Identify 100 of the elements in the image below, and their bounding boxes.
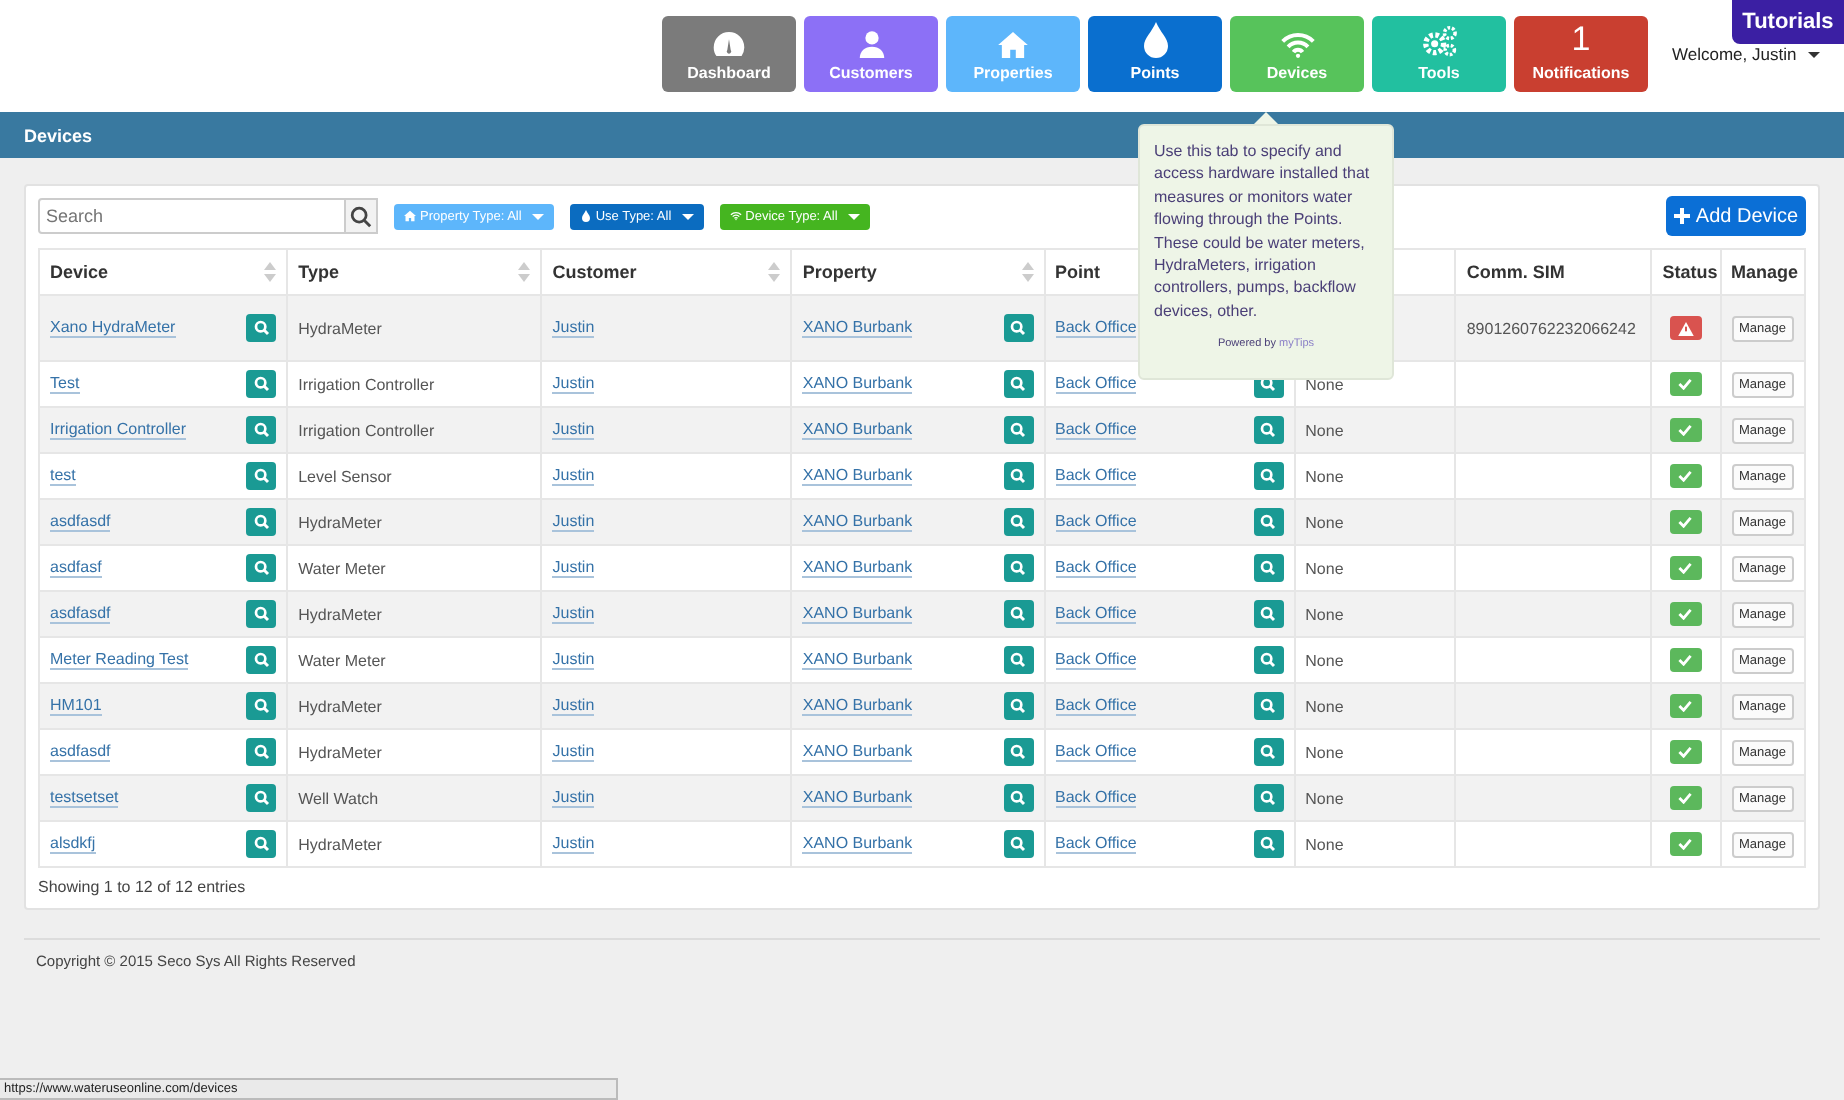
search-icon (1010, 836, 1027, 852)
link[interactable]: Xano HydraMeter (50, 318, 176, 338)
link[interactable]: XANO Burbank (802, 512, 913, 532)
link[interactable]: asdfasf (50, 558, 102, 578)
user-menu[interactable]: Welcome, Justin (1672, 44, 1821, 64)
table-cell: None (1305, 605, 1344, 623)
tutorials-button[interactable]: Tutorials (1732, 0, 1844, 44)
link[interactable]: asdfasdf (50, 512, 111, 532)
link[interactable]: XANO Burbank (802, 696, 913, 716)
table-cell: Water Meter (298, 559, 386, 577)
link[interactable]: XANO Burbank (802, 742, 913, 762)
tooltip-text: Use this tab to specify and access hardware installed that measures or monitors water flowing through the Points. These could be water meters, HydraMeters, irrigation controllers, pumps, backflow devices, other. (1154, 140, 1372, 323)
add-device-button[interactable]: Add Device (1666, 196, 1806, 236)
link[interactable]: asdfasdf (50, 604, 111, 624)
table-cell: HydraMeter (298, 697, 382, 715)
link[interactable]: Back Office (1055, 512, 1137, 532)
table-cell: HydraMeter (298, 605, 382, 623)
link[interactable]: Back Office (1055, 834, 1137, 854)
table-cell: Irrigation Controller (298, 421, 435, 439)
nav-button[interactable]: Customers (804, 16, 938, 92)
column-header[interactable]: Customer (552, 262, 637, 282)
nav-button[interactable]: Dashboard (662, 16, 796, 92)
entries-info: Showing 1 to 12 of 12 entries (38, 878, 246, 896)
link[interactable]: Justin (552, 604, 595, 624)
table-cell: Water Meter (298, 651, 386, 669)
search-icon (1260, 560, 1277, 576)
link[interactable]: Test (50, 374, 80, 394)
link[interactable]: XANO Burbank (802, 604, 913, 624)
link[interactable]: XANO Burbank (802, 420, 913, 440)
column-header[interactable]: Type (298, 262, 339, 282)
table-cell: None (1305, 513, 1344, 531)
link[interactable]: XANO Burbank (802, 318, 913, 338)
link[interactable]: asdfasdf (50, 742, 111, 762)
table-cell: None (1305, 743, 1344, 761)
column-header[interactable]: Property (802, 262, 877, 282)
link[interactable]: Justin (552, 512, 595, 532)
gears-icon (1421, 26, 1457, 58)
search-icon (1260, 606, 1277, 622)
link[interactable]: Back Office (1055, 696, 1137, 716)
search-icon (253, 836, 270, 852)
user-icon (857, 30, 885, 58)
link[interactable]: Justin (552, 650, 595, 670)
search-icon (1010, 790, 1027, 806)
drop-icon (579, 210, 592, 222)
nav-button[interactable]: Points (1088, 16, 1222, 92)
link[interactable]: Back Office (1055, 788, 1137, 808)
nav-button[interactable]: 1 Notifications (1514, 16, 1648, 92)
search-icon (1260, 514, 1277, 530)
table-cell: None (1305, 467, 1344, 485)
caret-icon (847, 213, 860, 219)
column-header[interactable]: Device (50, 262, 109, 282)
link[interactable]: Justin (552, 834, 595, 854)
wifi-icon (1279, 32, 1315, 58)
link[interactable]: Justin (552, 374, 595, 394)
search-icon (1010, 698, 1027, 714)
search-icon (1010, 744, 1027, 760)
link[interactable]: test (50, 466, 76, 486)
link[interactable]: XANO Burbank (802, 788, 913, 808)
link[interactable]: Back Office (1055, 650, 1137, 670)
link[interactable]: testsetset (50, 788, 119, 808)
column-header[interactable]: Point (1055, 262, 1101, 282)
search-icon (1010, 560, 1027, 576)
link[interactable]: Justin (552, 466, 595, 486)
search-icon (1010, 652, 1027, 668)
table-cell: HydraMeter (298, 743, 382, 761)
table-cell: None (1305, 789, 1344, 807)
search-button[interactable] (346, 198, 378, 234)
link[interactable]: Justin (552, 788, 595, 808)
table-cell: None (1305, 651, 1344, 669)
link[interactable]: Justin (552, 558, 595, 578)
link[interactable]: Back Office (1055, 742, 1137, 762)
search-icon (253, 468, 270, 484)
search-field[interactable]: Search (38, 198, 346, 234)
caret-icon (681, 213, 694, 219)
search-icon (1010, 514, 1027, 530)
link[interactable]: Back Office (1055, 420, 1137, 440)
table-cell: HydraMeter (298, 835, 382, 853)
link[interactable]: Justin (552, 696, 595, 716)
link[interactable]: XANO Burbank (802, 374, 913, 394)
link[interactable]: XANO Burbank (802, 558, 913, 578)
link[interactable]: Justin (552, 742, 595, 762)
drop-icon (1141, 22, 1169, 58)
link[interactable]: XANO Burbank (802, 650, 913, 670)
search-icon (1260, 422, 1277, 438)
link[interactable]: Back Office (1055, 604, 1137, 624)
search-icon (253, 744, 270, 760)
link[interactable]: Justin (552, 318, 595, 338)
link[interactable]: Back Office (1055, 466, 1137, 486)
search-icon (1260, 744, 1277, 760)
search-icon (1260, 468, 1277, 484)
link[interactable]: Back Office (1055, 558, 1137, 578)
table-cell: HydraMeter (298, 513, 382, 531)
link[interactable]: XANO Burbank (802, 466, 913, 486)
link[interactable]: Back Office (1055, 318, 1137, 338)
link[interactable]: HM101 (50, 696, 102, 716)
link[interactable]: Justin (552, 420, 595, 440)
link[interactable]: XANO Burbank (802, 834, 913, 854)
link[interactable]: Back Office (1055, 374, 1137, 394)
table-cell: None (1305, 375, 1344, 393)
link[interactable]: alsdkfj (50, 834, 96, 854)
